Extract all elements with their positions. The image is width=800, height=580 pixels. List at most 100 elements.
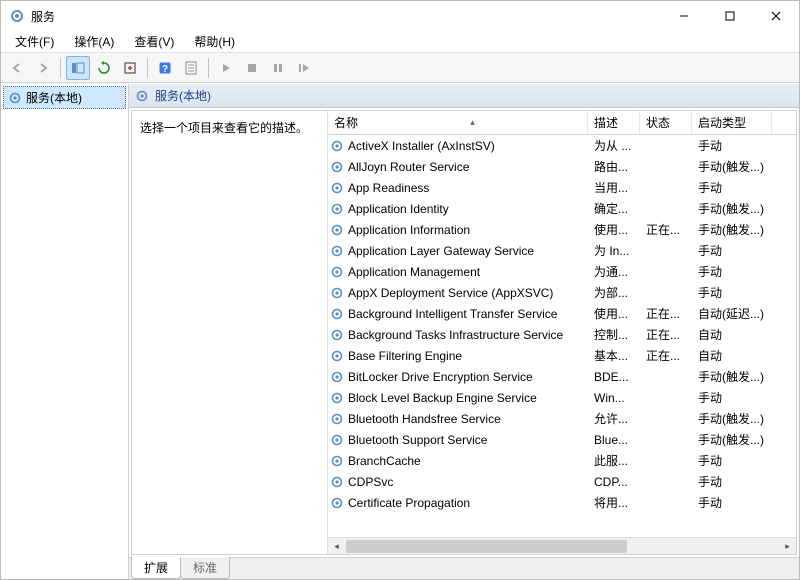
header-startup-type[interactable]: 启动类型 <box>692 111 772 134</box>
refresh-button[interactable] <box>92 56 116 80</box>
service-name: Application Layer Gateway Service <box>348 244 534 258</box>
gear-icon <box>330 370 344 384</box>
service-row[interactable]: Application Layer Gateway Service为 In...… <box>328 240 796 261</box>
help-button[interactable]: ? <box>153 56 177 80</box>
service-name: Bluetooth Handsfree Service <box>348 412 501 426</box>
service-desc: 路由... <box>588 158 640 175</box>
service-startup: 自动(延迟...) <box>692 305 772 322</box>
horizontal-scrollbar[interactable]: ◂ ▸ <box>328 537 796 554</box>
service-name: BitLocker Drive Encryption Service <box>348 370 533 384</box>
service-row[interactable]: ActiveX Installer (AxInstSV)为从 ...手动 <box>328 135 796 156</box>
service-row[interactable]: BitLocker Drive Encryption Service BDE...… <box>328 366 796 387</box>
menu-file[interactable]: 文件(F) <box>5 31 64 52</box>
show-hide-tree-button[interactable] <box>66 56 90 80</box>
pane-header: 服务(本地) <box>129 84 799 108</box>
service-row[interactable]: Background Intelligent Transfer Service使… <box>328 303 796 324</box>
header-description[interactable]: 描述 <box>588 111 640 134</box>
service-row[interactable]: Background Tasks Infrastructure Service 控… <box>328 324 796 345</box>
maximize-button[interactable] <box>707 1 753 31</box>
window-title: 服务 <box>31 8 661 25</box>
stop-button[interactable] <box>240 56 264 80</box>
tree-panel: 服务(本地) <box>1 84 129 579</box>
gear-icon <box>330 412 344 426</box>
pane-body: 选择一个项目来查看它的描述。 名称 ▴ 描述 状态 启动类型 ActiveX I… <box>131 110 797 555</box>
service-name: Base Filtering Engine <box>348 349 462 363</box>
service-name: Bluetooth Support Service <box>348 433 487 447</box>
export-button[interactable] <box>118 56 142 80</box>
service-row[interactable]: Application Management为通...手动 <box>328 261 796 282</box>
service-desc: 将用... <box>588 494 640 511</box>
back-button[interactable] <box>5 56 29 80</box>
scroll-right-icon[interactable]: ▸ <box>779 538 796 555</box>
gear-icon <box>8 91 22 105</box>
service-row[interactable]: Bluetooth Handsfree Service允许...手动(触发...… <box>328 408 796 429</box>
right-panel: 服务(本地) 选择一个项目来查看它的描述。 名称 ▴ 描述 状态 启动类型 Ac… <box>129 84 799 579</box>
restart-button[interactable] <box>292 56 316 80</box>
service-name: Application Identity <box>348 202 449 216</box>
service-startup: 手动 <box>692 494 772 511</box>
header-name[interactable]: 名称 ▴ <box>328 111 588 134</box>
service-row[interactable]: App Readiness当用...手动 <box>328 177 796 198</box>
gear-icon <box>330 391 344 405</box>
menu-action[interactable]: 操作(A) <box>64 31 124 52</box>
service-row[interactable]: AllJoyn Router Service 路由... 手动(触发...) <box>328 156 796 177</box>
gear-icon <box>330 454 344 468</box>
start-button[interactable] <box>214 56 238 80</box>
gear-icon <box>330 223 344 237</box>
service-startup: 自动 <box>692 326 772 343</box>
gear-icon <box>330 244 344 258</box>
service-desc: 确定... <box>588 200 640 217</box>
service-desc: 基本... <box>588 347 640 364</box>
service-startup: 手动(触发...) <box>692 368 772 385</box>
titlebar: 服务 <box>1 1 799 31</box>
forward-button[interactable] <box>31 56 55 80</box>
service-row[interactable]: Application Identity确定...手动(触发...) <box>328 198 796 219</box>
service-startup: 手动(触发...) <box>692 158 772 175</box>
scroll-thumb[interactable] <box>346 540 627 553</box>
minimize-button[interactable] <box>661 1 707 31</box>
select-prompt: 选择一个项目来查看它的描述。 <box>140 119 319 136</box>
menu-help[interactable]: 帮助(H) <box>184 31 245 52</box>
service-row[interactable]: Certificate Propagation将用...手动 <box>328 492 796 513</box>
service-row[interactable]: BranchCache此服...手动 <box>328 450 796 471</box>
service-row[interactable]: Application Information使用...正在...手动(触发..… <box>328 219 796 240</box>
pause-button[interactable] <box>266 56 290 80</box>
tree-node-label: 服务(本地) <box>26 89 82 106</box>
gear-icon <box>330 202 344 216</box>
gear-icon <box>330 475 344 489</box>
service-name: AllJoyn Router Service <box>348 160 469 174</box>
toolbar: ? <box>1 53 799 83</box>
close-button[interactable] <box>753 1 799 31</box>
service-desc: 使用... <box>588 221 640 238</box>
service-name: App Readiness <box>348 181 429 195</box>
tab-extended[interactable]: 扩展 <box>131 557 181 579</box>
menu-view[interactable]: 查看(V) <box>124 31 184 52</box>
service-status: 正在... <box>640 326 692 343</box>
scroll-left-icon[interactable]: ◂ <box>328 538 345 555</box>
tab-standard[interactable]: 标准 <box>180 557 230 579</box>
sort-asc-icon: ▴ <box>470 117 475 128</box>
service-name: Block Level Backup Engine Service <box>348 391 537 405</box>
service-row[interactable]: CDPSvcCDP...手动 <box>328 471 796 492</box>
service-desc: 控制... <box>588 326 640 343</box>
service-row[interactable]: Bluetooth Support ServiceBlue...手动(触发...… <box>328 429 796 450</box>
service-row[interactable]: AppX Deployment Service (AppXSVC)为部...手动 <box>328 282 796 303</box>
service-status: 正在... <box>640 221 692 238</box>
service-row[interactable]: Base Filtering Engine基本...正在...自动 <box>328 345 796 366</box>
service-startup: 手动 <box>692 137 772 154</box>
service-name: Background Tasks Infrastructure Service <box>348 328 563 342</box>
service-desc: Win... <box>588 391 640 405</box>
column-headers: 名称 ▴ 描述 状态 启动类型 <box>328 111 796 135</box>
tree-node-services-local[interactable]: 服务(本地) <box>3 86 126 109</box>
menubar: 文件(F) 操作(A) 查看(V) 帮助(H) <box>1 31 799 53</box>
service-row[interactable]: Block Level Backup Engine ServiceWin...手… <box>328 387 796 408</box>
properties-button[interactable] <box>179 56 203 80</box>
service-name: AppX Deployment Service (AppXSVC) <box>348 286 553 300</box>
list-column: 名称 ▴ 描述 状态 启动类型 ActiveX Installer (AxIns… <box>328 111 796 554</box>
service-name: Background Intelligent Transfer Service <box>348 307 557 321</box>
toolbar-separator <box>147 58 148 78</box>
service-desc: Blue... <box>588 433 640 447</box>
gear-icon <box>330 286 344 300</box>
header-status[interactable]: 状态 <box>640 111 692 134</box>
service-desc: BDE... <box>588 370 640 384</box>
